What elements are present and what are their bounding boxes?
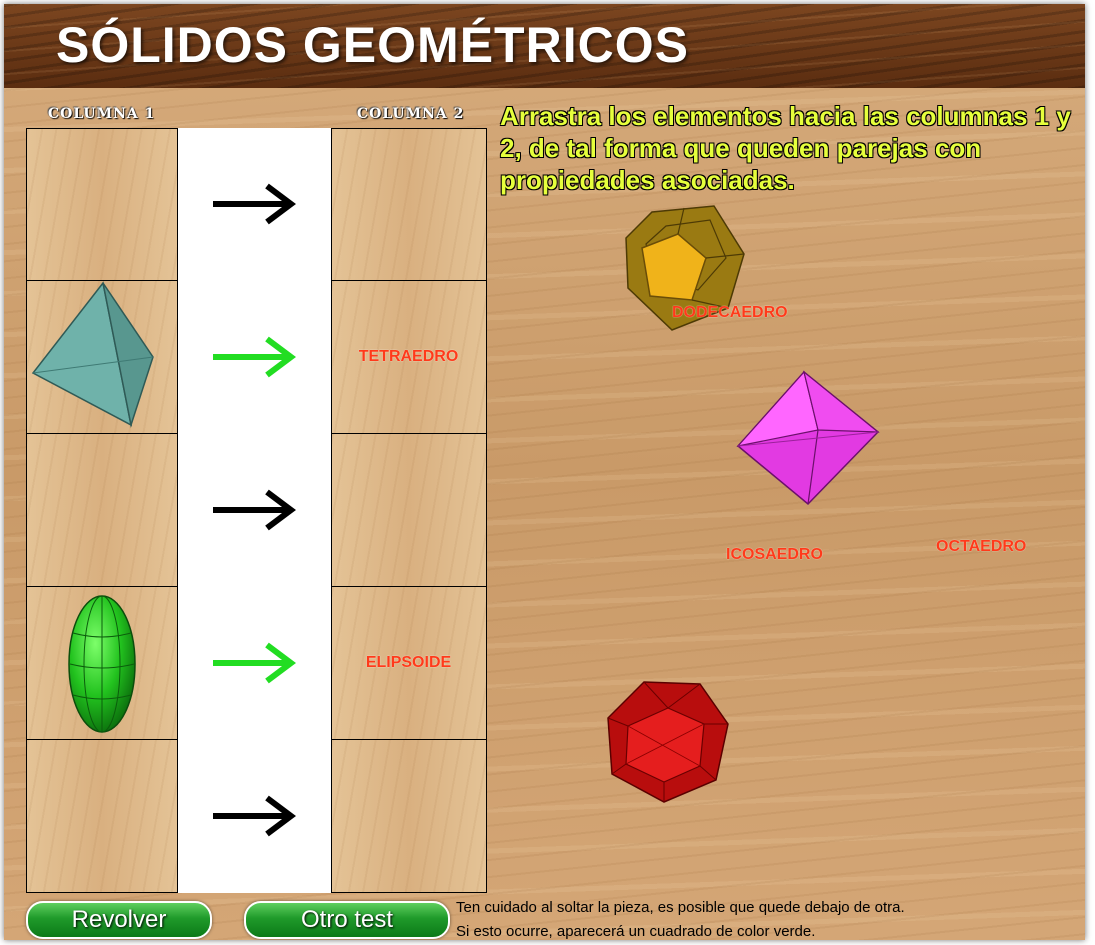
- drop-slot-col1-row2[interactable]: [25, 280, 178, 435]
- arrow-cell-row4: [176, 585, 332, 740]
- arrow-cell-row5: [176, 738, 332, 893]
- arrow-icon-row4: [213, 642, 296, 684]
- arrow-cell-row1: [176, 127, 332, 282]
- drop-slot-col1-row5[interactable]: [25, 738, 178, 893]
- answer-label-elipsoide[interactable]: ELIPSOIDE: [332, 654, 486, 672]
- arrow-icon-row5: [213, 795, 296, 836]
- footer-note-line2: Si esto ocurre, aparecerá un cuadrado de…: [456, 923, 816, 940]
- icosahedron-icon[interactable]: [604, 678, 732, 804]
- matching-grid: TETRAEDRO ELIPSOIDE: [25, 127, 487, 893]
- label-dodecaedro[interactable]: DODECAEDRO: [672, 304, 788, 322]
- answer-label-tetraedro[interactable]: TETRAEDRO: [332, 348, 486, 366]
- drop-slot-col2-row5[interactable]: [330, 738, 487, 893]
- footer-note: Ten cuidado al soltar la pieza, es posib…: [456, 896, 1085, 940]
- arrow-icon-row1: [213, 183, 296, 225]
- arrow-icon-row3: [213, 489, 296, 531]
- octahedron-icon[interactable]: [734, 370, 880, 508]
- column-2-label: COLUMNA 2: [357, 106, 465, 122]
- column-1-label: COLUMNA 1: [48, 106, 156, 122]
- drop-slot-col2-row2[interactable]: TETRAEDRO: [330, 280, 487, 435]
- tetrahedron-icon[interactable]: [31, 281, 155, 429]
- footer-note-line1: Ten cuidado al soltar la pieza, es posib…: [456, 899, 905, 916]
- arrow-icon-row2: [213, 336, 296, 378]
- shuffle-button[interactable]: Revolver: [26, 901, 212, 939]
- arrow-cell-row2: [176, 280, 332, 435]
- drop-slot-col1-row1[interactable]: [25, 127, 178, 282]
- drop-slot-col2-row1[interactable]: [330, 127, 487, 282]
- label-octaedro[interactable]: OCTAEDRO: [936, 538, 1026, 556]
- drop-slot-col1-row4[interactable]: [25, 585, 178, 740]
- ellipsoid-icon[interactable]: [65, 593, 139, 735]
- label-icosaedro[interactable]: ICOSAEDRO: [726, 546, 823, 564]
- activity-frame: SÓLIDOS GEOMÉTRICOS COLUMNA 1 COLUMNA 2 …: [4, 4, 1085, 940]
- header-bar: SÓLIDOS GEOMÉTRICOS: [4, 4, 1085, 88]
- page-title: SÓLIDOS GEOMÉTRICOS: [56, 17, 689, 73]
- drop-slot-col2-row3[interactable]: [330, 433, 487, 587]
- other-test-button[interactable]: Otro test: [244, 901, 450, 939]
- drop-slot-col2-row4[interactable]: ELIPSOIDE: [330, 585, 487, 740]
- instructions-text: Arrastra los elementos hacia las columna…: [500, 101, 1071, 195]
- drop-slot-col1-row3[interactable]: [25, 433, 178, 587]
- arrow-cell-row3: [176, 433, 332, 587]
